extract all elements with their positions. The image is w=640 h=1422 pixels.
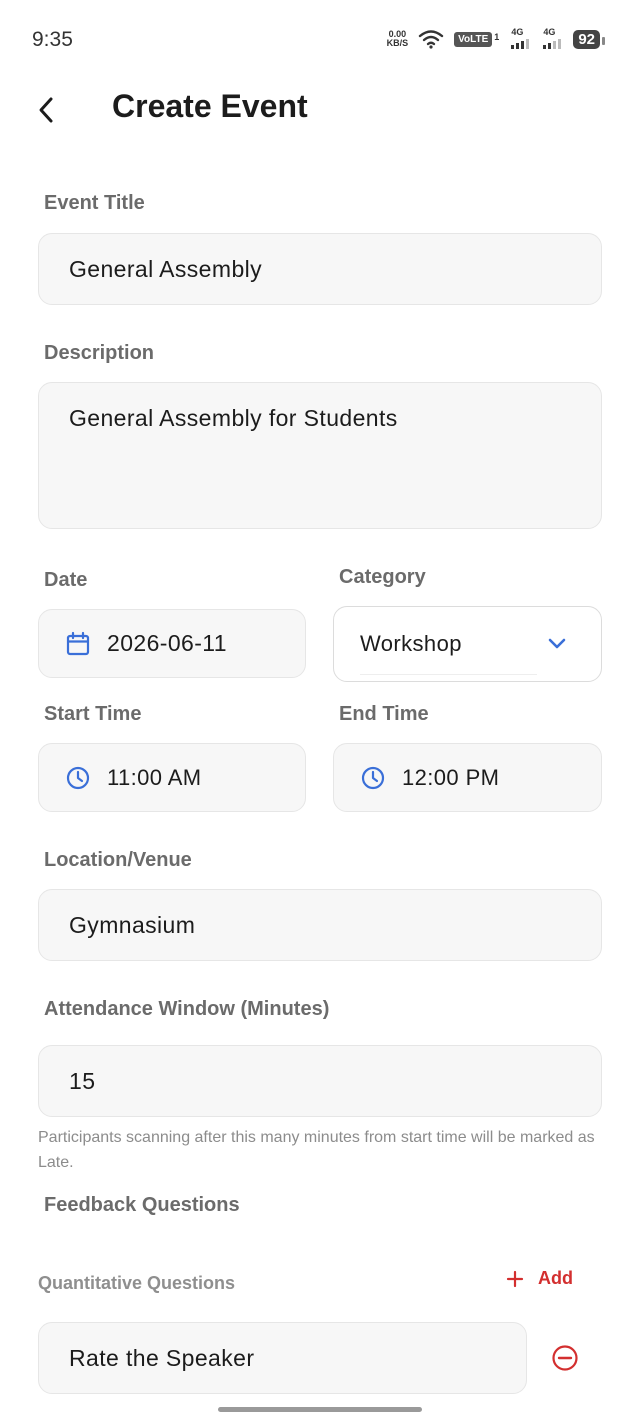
category-dropdown[interactable]: Workshop — [333, 606, 602, 682]
clock-icon — [65, 765, 91, 791]
date-label: Date — [44, 569, 88, 591]
clock-icon — [360, 765, 386, 791]
attendance-window-label: Attendance Window (Minutes) — [44, 998, 330, 1020]
description-value: General Assembly for Students — [69, 405, 398, 431]
add-question-button[interactable]: Add — [506, 1268, 573, 1289]
home-indicator[interactable] — [218, 1407, 422, 1412]
add-question-label: Add — [538, 1268, 573, 1288]
location-value: Gymnasium — [69, 911, 196, 938]
minus-circle-icon — [552, 1345, 578, 1371]
question-value: Rate the Speaker — [69, 1344, 255, 1371]
end-time-value: 12:00 PM — [402, 764, 500, 790]
attendance-window-value: 15 — [69, 1067, 96, 1094]
start-time-picker[interactable]: 11:00 AM — [38, 743, 306, 812]
feedback-section-title: Feedback Questions — [44, 1194, 240, 1216]
event-title-value: General Assembly — [69, 255, 263, 282]
wifi-icon — [418, 30, 444, 49]
attendance-window-input[interactable]: 15 — [38, 1045, 602, 1117]
start-time-label: Start Time — [44, 703, 142, 725]
category-underline — [360, 674, 537, 675]
question-input[interactable]: Rate the Speaker — [38, 1322, 527, 1394]
description-input[interactable]: General Assembly for Students — [38, 382, 602, 529]
description-label: Description — [44, 342, 155, 364]
location-label: Location/Venue — [44, 849, 192, 871]
remove-question-button[interactable] — [550, 1343, 580, 1373]
status-bar: 9:35 0.00 KB/S VoLTE 1 4G 4G 92 — [0, 0, 640, 82]
sim2-signal-icon: 4G — [541, 27, 563, 51]
volte-indicator: VoLTE 1 — [454, 31, 500, 47]
category-value: Workshop — [360, 631, 462, 656]
sim1-signal-icon: 4G — [509, 27, 531, 51]
plus-icon — [506, 1270, 524, 1287]
back-arrow-icon — [39, 97, 53, 123]
back-button[interactable] — [26, 90, 66, 130]
event-title-label: Event Title — [44, 192, 145, 214]
date-value: 2026-06-11 — [107, 630, 227, 656]
calendar-icon — [65, 631, 91, 657]
quantitative-questions-label: Quantitative Questions — [38, 1273, 236, 1293]
start-time-value: 11:00 AM — [107, 764, 202, 790]
volte-badge: VoLTE — [454, 31, 493, 47]
chevron-down-icon — [548, 638, 566, 649]
app-bar: Create Event — [0, 82, 640, 142]
attendance-window-helper: Participants scanning after this many mi… — [38, 1129, 595, 1171]
category-label: Category — [339, 566, 426, 588]
sim1-superscript: 1 — [494, 31, 500, 42]
date-picker[interactable]: 2026-06-11 — [38, 609, 306, 678]
status-time: 9:35 — [32, 28, 73, 51]
end-time-label: End Time — [339, 703, 429, 725]
event-title-input[interactable]: General Assembly — [38, 233, 602, 305]
network-speed: 0.00 KB/S — [386, 29, 409, 48]
page-title: Create Event — [112, 88, 308, 124]
battery-indicator: 92 — [573, 29, 605, 49]
status-icons: 0.00 KB/S VoLTE 1 4G 4G 92 — [386, 27, 605, 51]
location-input[interactable]: Gymnasium — [38, 889, 602, 961]
end-time-picker[interactable]: 12:00 PM — [333, 743, 602, 812]
